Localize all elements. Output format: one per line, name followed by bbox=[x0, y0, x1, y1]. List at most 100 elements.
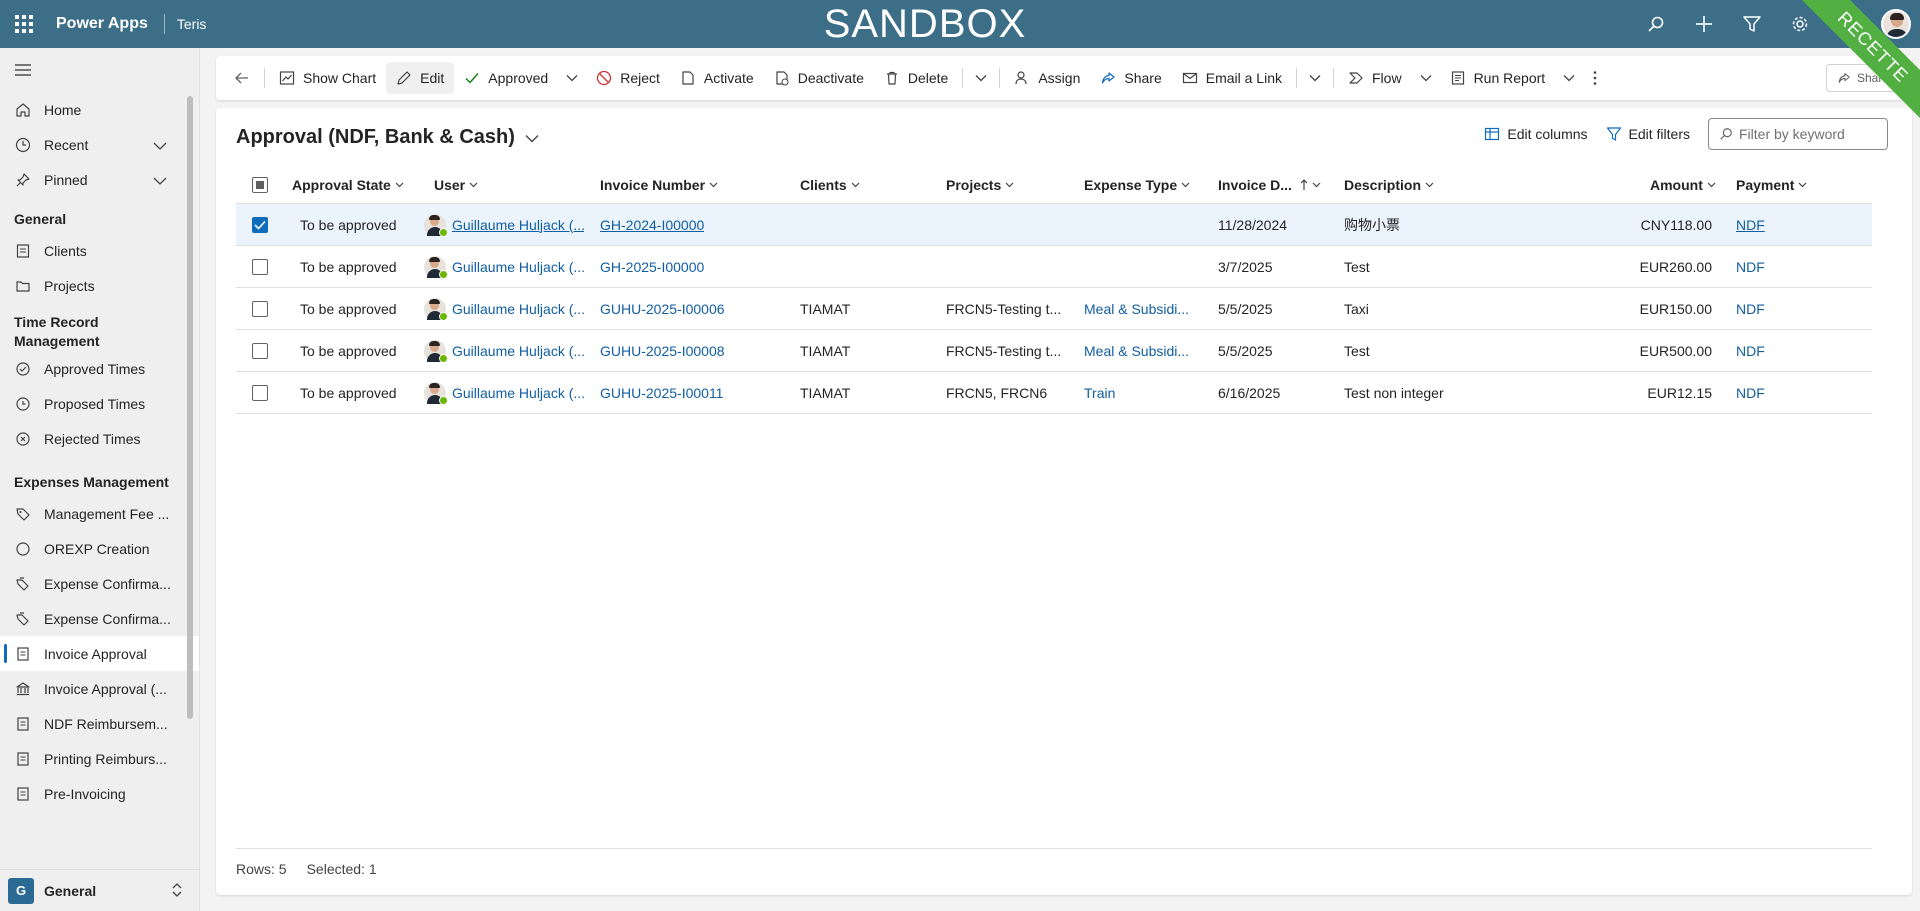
collapse-menu-button[interactable] bbox=[0, 48, 199, 92]
back-button[interactable] bbox=[224, 62, 260, 94]
chevron-down-icon[interactable] bbox=[153, 138, 167, 154]
nav-orexp-creation[interactable]: OREXP Creation bbox=[0, 531, 199, 566]
email-dropdown[interactable] bbox=[1301, 62, 1329, 94]
run-report-button[interactable]: Run Report bbox=[1440, 62, 1556, 94]
edit-filters-button[interactable]: Edit filters bbox=[1606, 126, 1690, 142]
nav-clients[interactable]: Clients bbox=[0, 233, 199, 268]
header-approval-state[interactable]: Approval State bbox=[292, 166, 404, 203]
cell-payment[interactable]: NDF bbox=[1736, 288, 1765, 329]
row-checkbox[interactable] bbox=[252, 246, 268, 287]
nav-invoice-approval[interactable]: Invoice Approval bbox=[0, 636, 199, 671]
cell-user[interactable]: Guillaume Huljack (... bbox=[424, 288, 584, 329]
nav-pre-invoicing[interactable]: Pre-Invoicing bbox=[0, 776, 199, 811]
table-row[interactable]: To be approved Guillaume Huljack (... GU… bbox=[236, 372, 1872, 414]
approved-dropdown[interactable] bbox=[558, 62, 586, 94]
cell-invoice-number[interactable]: GUHU-2025-I00008 bbox=[600, 330, 725, 371]
nav-pinned[interactable]: Pinned bbox=[0, 162, 199, 197]
nav-home[interactable]: Home bbox=[0, 92, 199, 127]
cell-description: Test bbox=[1344, 258, 1370, 275]
nav-label: Expense Confirma... bbox=[44, 610, 171, 627]
nav-invoice-approval-2[interactable]: Invoice Approval (... bbox=[0, 671, 199, 706]
nav-printing-reimbursement[interactable]: Printing Reimburs... bbox=[0, 741, 199, 776]
delete-button[interactable]: Delete bbox=[874, 62, 958, 94]
filter-button[interactable] bbox=[1728, 0, 1776, 48]
chevron-down-icon[interactable] bbox=[153, 173, 167, 189]
row-checkbox[interactable] bbox=[252, 204, 268, 245]
cell-user[interactable]: Guillaume Huljack (... bbox=[424, 204, 584, 245]
email-link-button[interactable]: Email a Link bbox=[1172, 62, 1292, 94]
cell-user[interactable]: Guillaume Huljack (... bbox=[424, 246, 584, 287]
share-icon bbox=[1100, 70, 1116, 86]
cell-expense-type[interactable] bbox=[1084, 246, 1204, 287]
cell-expense-type[interactable]: Meal & Subsidi... bbox=[1084, 288, 1204, 329]
cell-user[interactable]: Guillaume Huljack (... bbox=[424, 330, 584, 371]
more-commands-dropdown[interactable] bbox=[967, 62, 995, 94]
table-row[interactable]: To be approved Guillaume Huljack (... GH… bbox=[236, 246, 1872, 288]
cell-expense-type[interactable] bbox=[1084, 204, 1204, 245]
row-checkbox[interactable] bbox=[252, 330, 268, 371]
reject-button[interactable]: Reject bbox=[586, 62, 670, 94]
new-button[interactable] bbox=[1680, 0, 1728, 48]
table-row[interactable]: To be approved Guillaume Huljack (... GU… bbox=[236, 330, 1872, 372]
run-report-dropdown[interactable] bbox=[1555, 62, 1583, 94]
deactivate-button[interactable]: Deactivate bbox=[764, 62, 874, 94]
cell-expense-type[interactable]: Train bbox=[1084, 372, 1204, 413]
hamburger-icon bbox=[15, 64, 31, 76]
assign-button[interactable]: Assign bbox=[1004, 62, 1090, 94]
search-button[interactable] bbox=[1632, 0, 1680, 48]
sidebar-scrollbar[interactable] bbox=[187, 96, 193, 719]
area-switcher[interactable]: G General bbox=[0, 869, 199, 911]
header-user[interactable]: User bbox=[434, 166, 478, 203]
delete-label: Delete bbox=[907, 70, 949, 86]
nav-label: Printing Reimburs... bbox=[44, 750, 167, 767]
flow-dropdown[interactable] bbox=[1412, 62, 1440, 94]
edit-columns-button[interactable]: Edit columns bbox=[1484, 126, 1588, 142]
top-bar: Power Apps Teris SANDBOX bbox=[0, 0, 1920, 48]
cell-invoice-number[interactable]: GH-2024-I00000 bbox=[600, 204, 704, 245]
header-invoice-date[interactable]: Invoice D... bbox=[1218, 166, 1321, 203]
edit-button[interactable]: Edit bbox=[386, 62, 455, 94]
nav-approved-times[interactable]: Approved Times bbox=[0, 351, 199, 386]
share-button[interactable]: Share bbox=[1090, 62, 1171, 94]
keyword-filter-input[interactable] bbox=[1739, 126, 1879, 142]
nav-recent[interactable]: Recent bbox=[0, 127, 199, 162]
nav-management-fee[interactable]: Management Fee ... bbox=[0, 496, 199, 531]
cell-invoice-number[interactable]: GH-2025-I00000 bbox=[600, 246, 704, 287]
flow-button[interactable]: Flow bbox=[1338, 62, 1412, 94]
deactivate-label: Deactivate bbox=[797, 70, 864, 86]
overflow-menu-button[interactable] bbox=[1583, 62, 1607, 94]
nav-projects[interactable]: Projects bbox=[0, 268, 199, 303]
header-description[interactable]: Description bbox=[1344, 166, 1434, 203]
nav-proposed-times[interactable]: Proposed Times bbox=[0, 386, 199, 421]
cell-payment[interactable]: NDF bbox=[1736, 372, 1765, 413]
nav-label: Expense Confirma... bbox=[44, 575, 171, 592]
approved-button[interactable]: Approved bbox=[454, 62, 558, 94]
cell-clients: TIAMAT bbox=[800, 300, 851, 317]
show-chart-button[interactable]: Show Chart bbox=[269, 62, 386, 94]
nav-expense-confirmation-2[interactable]: Expense Confirma... bbox=[0, 601, 199, 636]
header-projects[interactable]: Projects bbox=[946, 166, 1014, 203]
header-payment[interactable]: Payment bbox=[1736, 166, 1807, 203]
view-selector[interactable]: Approval (NDF, Bank & Cash) bbox=[236, 126, 539, 149]
nav-ndf-reimbursement[interactable]: NDF Reimbursem... bbox=[0, 706, 199, 741]
cell-expense-type[interactable]: Meal & Subsidi... bbox=[1084, 330, 1204, 371]
nav-rejected-times[interactable]: Rejected Times bbox=[0, 421, 199, 456]
header-clients[interactable]: Clients bbox=[800, 166, 860, 203]
nav-expense-confirmation-1[interactable]: Expense Confirma... bbox=[0, 566, 199, 601]
header-expense-type[interactable]: Expense Type bbox=[1084, 166, 1190, 203]
cell-payment[interactable]: NDF bbox=[1736, 246, 1765, 287]
cell-invoice-number[interactable]: GUHU-2025-I00011 bbox=[600, 372, 723, 413]
row-checkbox[interactable] bbox=[252, 288, 268, 329]
cell-payment[interactable]: NDF bbox=[1736, 204, 1765, 245]
table-row[interactable]: To be approved Guillaume Huljack (... GU… bbox=[236, 288, 1872, 330]
row-checkbox[interactable] bbox=[252, 372, 268, 413]
header-amount[interactable]: Amount bbox=[1650, 166, 1716, 203]
cell-invoice-number[interactable]: GUHU-2025-I00006 bbox=[600, 288, 725, 329]
header-invoice-number[interactable]: Invoice Number bbox=[600, 166, 718, 203]
cell-payment[interactable]: NDF bbox=[1736, 330, 1765, 371]
table-row[interactable]: To be approved Guillaume Huljack (... GH… bbox=[236, 204, 1872, 246]
document-activate-icon bbox=[680, 70, 696, 86]
cell-user[interactable]: Guillaume Huljack (... bbox=[424, 372, 584, 413]
activate-button[interactable]: Activate bbox=[670, 62, 764, 94]
select-all-checkbox[interactable] bbox=[252, 166, 268, 203]
